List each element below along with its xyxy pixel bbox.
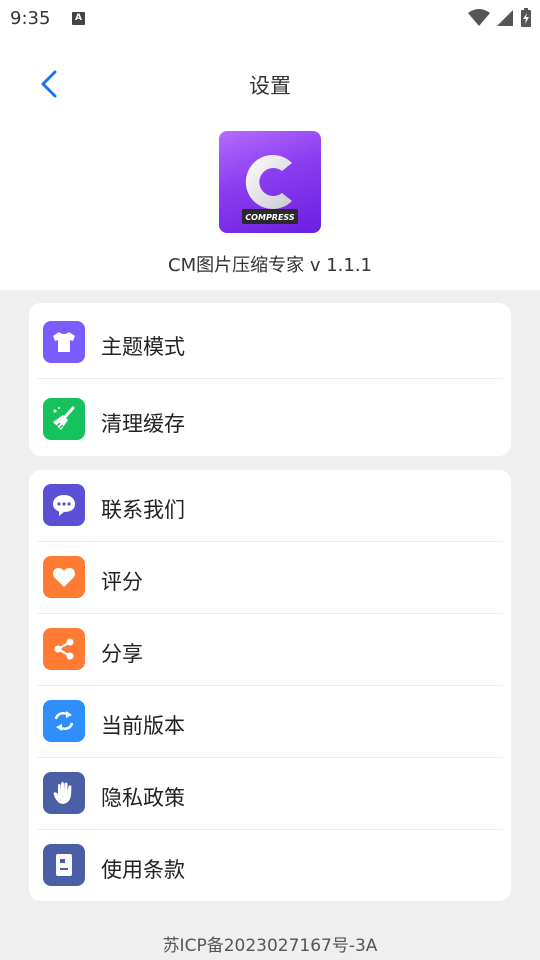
privacy-policy-row[interactable]: 隐私政策 xyxy=(29,758,511,830)
icp-license-text[interactable]: 苏ICP备2023027167号-3A xyxy=(0,931,540,956)
shirt-icon xyxy=(43,321,85,363)
clear-cache-row[interactable]: 清理缓存 xyxy=(29,384,511,456)
terms-of-use-row[interactable]: 使用条款 xyxy=(29,830,511,902)
broom-icon xyxy=(43,398,85,440)
settings-group-1: 主题模式 清理缓存 xyxy=(29,303,511,456)
theme-mode-row[interactable]: 主题模式 xyxy=(29,307,511,379)
status-time: 9:35 xyxy=(10,8,51,29)
settings-group-2: 联系我们 评分 分享 当前版本 隐私政策 使用条款 xyxy=(29,470,511,901)
clear-cache-label: 清理缓存 xyxy=(101,412,185,436)
app-header: COMPRESS CM图片压缩专家 v 1.1.1 xyxy=(0,130,540,290)
notification-a-icon: A xyxy=(72,12,85,25)
document-icon xyxy=(43,844,85,886)
share-row[interactable]: 分享 xyxy=(29,614,511,686)
refresh-icon xyxy=(43,700,85,742)
share-icon xyxy=(43,628,85,670)
current-version-row[interactable]: 当前版本 xyxy=(29,686,511,758)
battery-icon xyxy=(521,8,531,27)
rate-label: 评分 xyxy=(101,570,143,594)
heart-icon xyxy=(43,556,85,598)
terms-of-use-label: 使用条款 xyxy=(101,858,185,882)
app-name: CM图片压缩专家 v 1.1.1 xyxy=(168,255,372,276)
current-version-label: 当前版本 xyxy=(101,714,185,738)
signal-icon xyxy=(497,10,513,26)
contact-us-label: 联系我们 xyxy=(101,498,185,522)
page-title: 设置 xyxy=(249,74,291,98)
theme-mode-label: 主题模式 xyxy=(101,335,185,359)
top-bar: 设置 xyxy=(0,38,540,130)
chat-icon xyxy=(43,484,85,526)
logo-text: COMPRESS xyxy=(245,213,295,222)
divider xyxy=(37,378,503,379)
share-label: 分享 xyxy=(101,642,143,666)
status-icons xyxy=(468,8,532,28)
app-logo-graphic: COMPRESS xyxy=(242,155,298,224)
hand-icon xyxy=(43,772,85,814)
status-bar: 9:35 A xyxy=(0,0,540,38)
app-logo: COMPRESS xyxy=(219,131,321,233)
contact-us-row[interactable]: 联系我们 xyxy=(29,470,511,542)
rate-row[interactable]: 评分 xyxy=(29,542,511,614)
wifi-icon xyxy=(468,9,490,26)
privacy-policy-label: 隐私政策 xyxy=(101,786,185,810)
